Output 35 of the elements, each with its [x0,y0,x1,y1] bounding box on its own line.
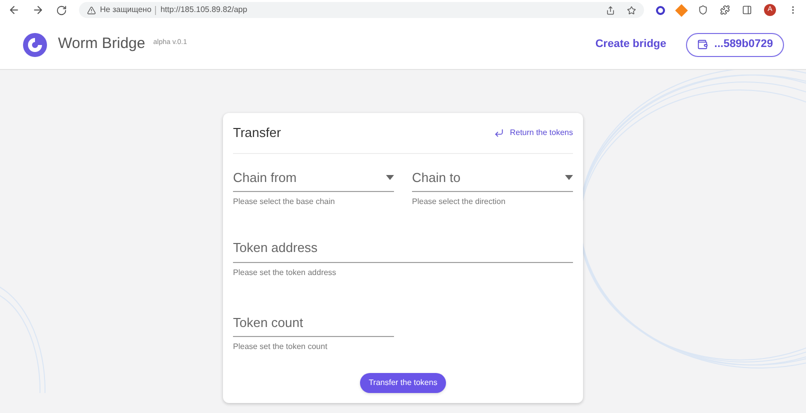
helper-text: Please select the direction [412,196,506,208]
select-field[interactable]: Chain to [412,168,573,192]
app-title: Worm Bridge [58,34,146,54]
reload-icon[interactable] [56,4,67,16]
select-field[interactable]: Chain from [233,168,394,192]
field-label: Token count [233,314,304,332]
wallet-button[interactable]: ...589b0729 [686,32,784,56]
url-text: http://185.105.89.82/app [160,4,248,16]
field-label: Chain to [412,168,460,186]
helper-text: Please set the token count [233,341,328,353]
warning-icon [87,6,96,14]
return-arrow-icon [494,128,504,138]
dropdown-caret-icon [386,174,394,180]
logo-icon [22,32,48,58]
share-icon[interactable] [606,6,615,14]
card-title: Transfer [233,124,281,142]
field-label: Chain from [233,168,297,186]
bookmark-star-icon[interactable] [627,6,636,14]
helper-text: Please set the token address [233,266,338,278]
create-bridge-link[interactable]: Create bridge [595,36,666,53]
wallet-icon [697,39,708,50]
back-icon[interactable] [8,4,20,16]
shield-icon[interactable] [698,5,708,15]
extensions-icon[interactable] [720,5,730,15]
security-label: Не защищено [100,4,152,16]
return-tokens-link[interactable]: Return the tokens [494,126,573,139]
input-field[interactable]: Token count [233,312,394,337]
helper-text: Please select the base chain [233,196,336,208]
field-label: Token address [233,239,318,257]
dropdown-caret-icon [565,174,573,180]
side-panel-icon[interactable] [742,5,752,15]
forward-icon[interactable] [32,4,44,16]
transfer-button[interactable]: Transfer the tokens [360,373,446,393]
address-bar[interactable]: Не защищено http://185.105.89.82/app [79,2,644,18]
input-field[interactable]: Token address [233,238,573,262]
